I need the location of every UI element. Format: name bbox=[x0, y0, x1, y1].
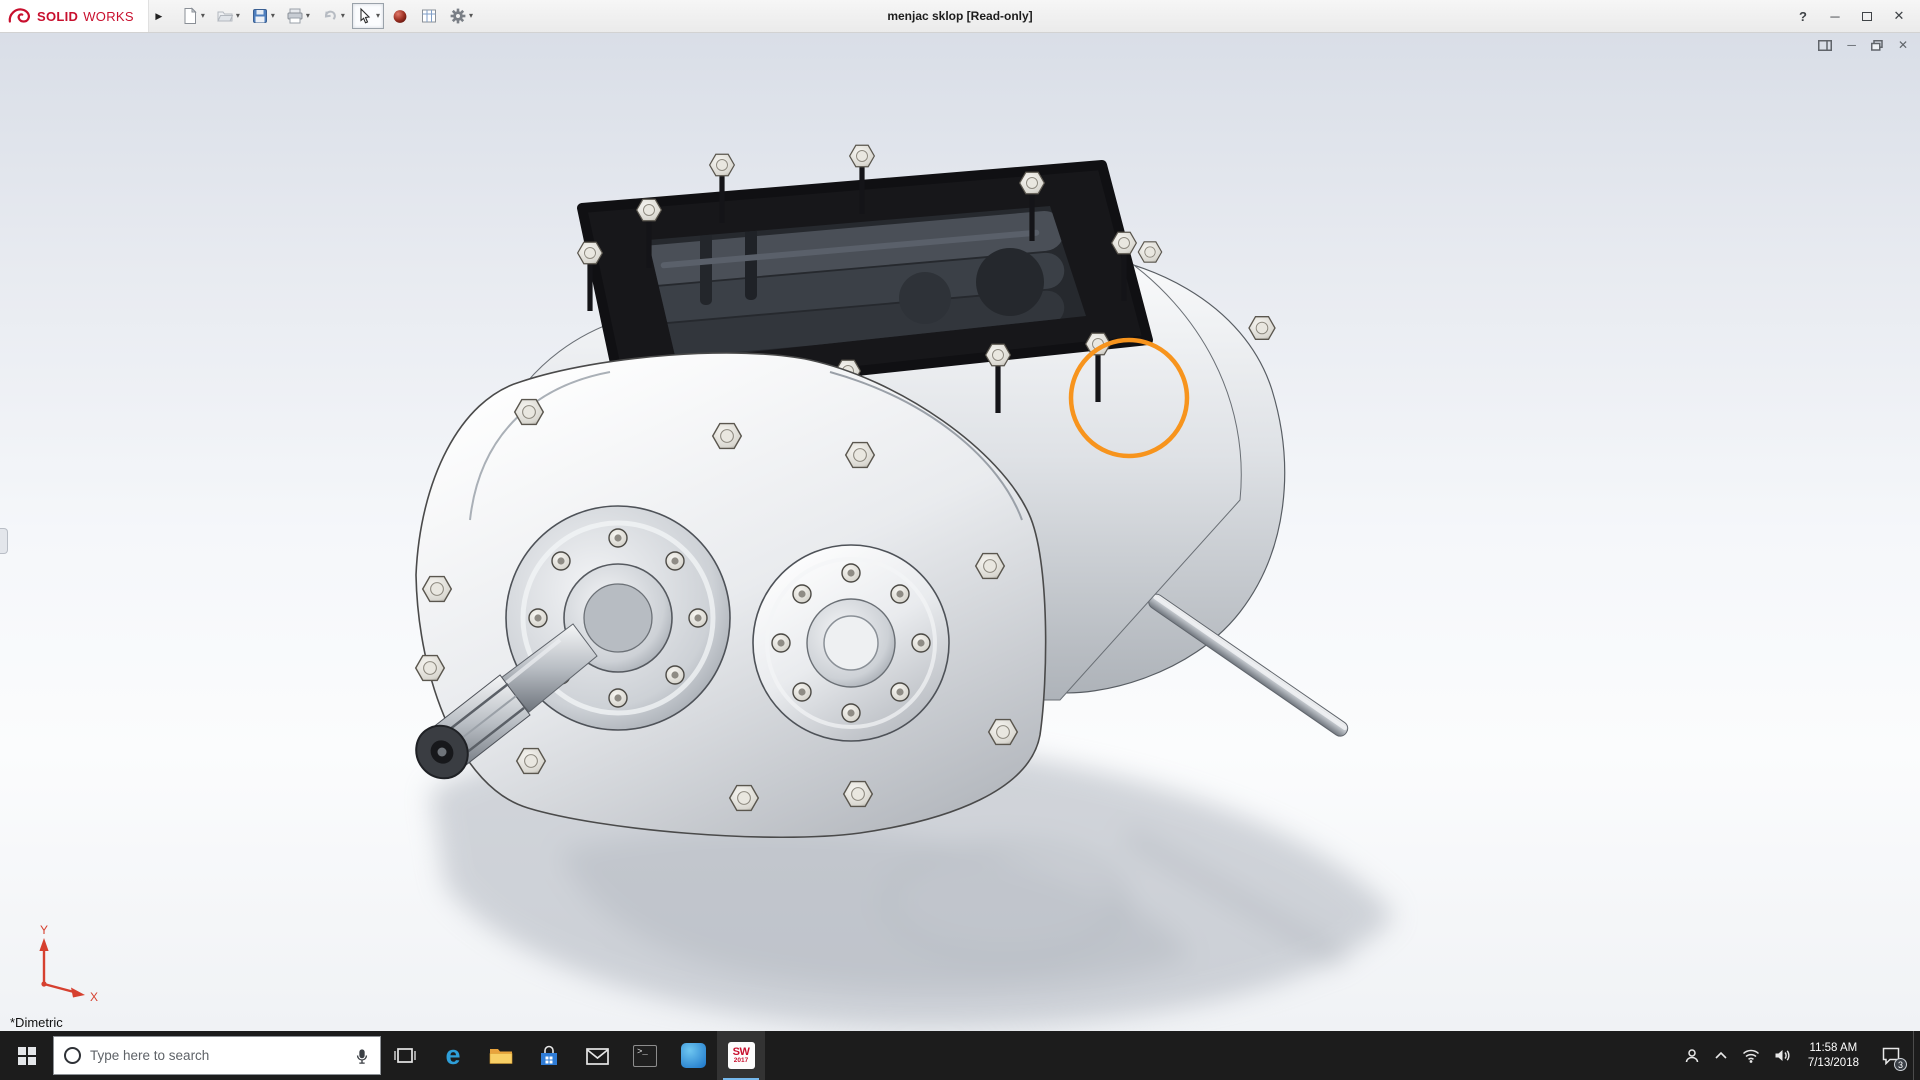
quick-access-toolbar: ▾ ▾ ▾ ▾ ▾ bbox=[177, 3, 477, 29]
help-button[interactable]: ? bbox=[1788, 4, 1818, 28]
menu-expand-arrow[interactable]: ▶ bbox=[149, 0, 169, 32]
appearance-button[interactable] bbox=[387, 3, 413, 29]
orientation-triad: Y X bbox=[39, 923, 98, 1004]
show-desktop-button[interactable] bbox=[1913, 1031, 1920, 1080]
taskbar-search[interactable] bbox=[53, 1036, 381, 1075]
doc-close-button[interactable]: ✕ bbox=[1898, 38, 1908, 52]
people-icon bbox=[1684, 1048, 1700, 1064]
graphics-viewport[interactable]: Y X *Dimetric bbox=[0, 33, 1920, 1031]
app-icon-blue bbox=[681, 1043, 706, 1068]
volume-icon bbox=[1774, 1048, 1791, 1063]
clock-time: 11:58 AM bbox=[1810, 1041, 1858, 1056]
maximize-icon bbox=[1862, 12, 1872, 21]
solidworks-2017-icon: SW 2017 bbox=[728, 1042, 755, 1069]
command-prompt-button[interactable]: >_ bbox=[621, 1031, 669, 1080]
triad-x-label: X bbox=[90, 990, 98, 1004]
gearbox-model bbox=[406, 145, 1351, 837]
bearing-cover-hub bbox=[753, 545, 949, 741]
display-pane-button[interactable] bbox=[1818, 40, 1832, 51]
print-button[interactable]: ▾ bbox=[282, 3, 314, 29]
feature-pane-collapsed-tab[interactable] bbox=[0, 528, 8, 554]
save-icon bbox=[251, 7, 269, 25]
start-button[interactable] bbox=[0, 1031, 53, 1080]
close-button[interactable]: ✕ bbox=[1884, 4, 1914, 28]
file-explorer-icon bbox=[488, 1045, 514, 1067]
output-shaft bbox=[1146, 591, 1350, 738]
new-document-button[interactable]: ▾ bbox=[177, 3, 209, 29]
dropdown-arrow-icon[interactable]: ▾ bbox=[341, 12, 345, 20]
windows-taskbar: e >_ SW bbox=[0, 1031, 1920, 1080]
clock-date: 7/13/2018 bbox=[1808, 1056, 1859, 1071]
notification-badge: 3 bbox=[1894, 1058, 1907, 1071]
print-icon bbox=[286, 7, 304, 25]
options-gear-icon bbox=[449, 7, 467, 25]
new-document-icon bbox=[181, 7, 199, 25]
options-button[interactable]: ▾ bbox=[445, 3, 477, 29]
window-controls: ? ─ ✕ bbox=[1788, 4, 1920, 28]
system-tray: 11:58 AM 7/13/2018 3 bbox=[1677, 1031, 1920, 1080]
undo-icon bbox=[321, 7, 339, 25]
maximize-button[interactable] bbox=[1852, 4, 1882, 28]
solidworks-logo: SOLID WORKS bbox=[0, 0, 149, 32]
viewport-3d-scene[interactable]: Y X bbox=[0, 33, 1920, 1031]
document-title: menjac sklop [Read-only] bbox=[887, 9, 1032, 23]
edge-button[interactable]: e bbox=[429, 1031, 477, 1080]
dropdown-arrow-icon[interactable]: ▾ bbox=[236, 12, 240, 20]
edge-icon: e bbox=[445, 1042, 460, 1069]
open-folder-icon bbox=[216, 7, 234, 25]
design-table-icon bbox=[420, 7, 438, 25]
mail-button[interactable] bbox=[573, 1031, 621, 1080]
save-button[interactable]: ▾ bbox=[247, 3, 279, 29]
minimize-button[interactable]: ─ bbox=[1820, 4, 1850, 28]
file-explorer-button[interactable] bbox=[477, 1031, 525, 1080]
triad-y-label: Y bbox=[40, 923, 48, 937]
dropdown-arrow-icon[interactable]: ▾ bbox=[376, 12, 380, 20]
task-view-button[interactable] bbox=[381, 1031, 429, 1080]
taskbar-clock[interactable]: 11:58 AM 7/13/2018 bbox=[1798, 1031, 1869, 1080]
undo-button[interactable]: ▾ bbox=[317, 3, 349, 29]
store-button[interactable] bbox=[525, 1031, 573, 1080]
brand-solid: SOLID bbox=[37, 9, 78, 24]
display-pane-icon bbox=[1818, 40, 1832, 51]
dropdown-arrow-icon[interactable]: ▾ bbox=[271, 12, 275, 20]
volume-button[interactable] bbox=[1767, 1031, 1798, 1080]
microphone-icon[interactable] bbox=[354, 1047, 370, 1065]
task-view-icon bbox=[393, 1045, 417, 1067]
dassault-systemes-swirl-icon bbox=[8, 7, 32, 25]
windows-logo-icon bbox=[18, 1047, 36, 1065]
restore-icon bbox=[1871, 40, 1883, 51]
tray-expand-button[interactable] bbox=[1707, 1031, 1735, 1080]
dropdown-arrow-icon[interactable]: ▾ bbox=[469, 12, 473, 20]
dropdown-arrow-icon[interactable]: ▾ bbox=[306, 12, 310, 20]
appearance-sphere-icon bbox=[391, 7, 409, 25]
command-prompt-icon: >_ bbox=[633, 1045, 657, 1067]
dropdown-arrow-icon[interactable]: ▾ bbox=[201, 12, 205, 20]
select-button[interactable]: ▾ bbox=[352, 3, 384, 29]
open-button[interactable]: ▾ bbox=[212, 3, 244, 29]
brand-works: WORKS bbox=[83, 9, 134, 24]
titlebar: SOLID WORKS ▶ ▾ ▾ ▾ bbox=[0, 0, 1920, 33]
search-input[interactable] bbox=[90, 1048, 345, 1063]
taskbar-apps: e >_ SW bbox=[381, 1031, 765, 1080]
design-table-button[interactable] bbox=[416, 3, 442, 29]
network-button[interactable] bbox=[1735, 1031, 1767, 1080]
document-window-controls: ─ ✕ bbox=[1818, 38, 1908, 52]
view-orientation-label: *Dimetric bbox=[10, 1015, 63, 1030]
doc-minimize-button[interactable]: ─ bbox=[1847, 38, 1856, 52]
action-center-button[interactable]: 3 bbox=[1869, 1031, 1913, 1080]
people-button[interactable] bbox=[1677, 1031, 1707, 1080]
mail-icon bbox=[585, 1046, 610, 1066]
doc-restore-button[interactable] bbox=[1871, 40, 1883, 51]
select-arrow-icon bbox=[356, 7, 374, 25]
solidworks-app-button[interactable]: SW 2017 bbox=[717, 1031, 765, 1080]
chevron-up-icon bbox=[1714, 1051, 1728, 1060]
blue-app-button[interactable] bbox=[669, 1031, 717, 1080]
cortana-icon bbox=[64, 1047, 81, 1064]
store-icon bbox=[537, 1044, 561, 1068]
network-wifi-icon bbox=[1742, 1049, 1760, 1063]
